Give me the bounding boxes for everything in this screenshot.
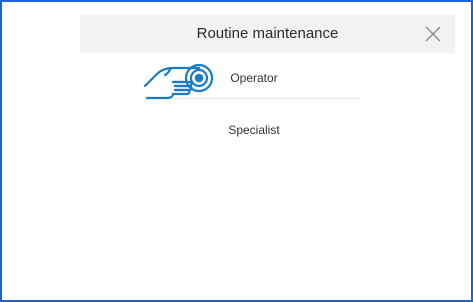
dialog-header: Routine maintenance	[80, 15, 455, 53]
menu-item-label: Operator	[230, 71, 278, 85]
app-window: Routine maintenance Operator Specialist	[0, 0, 473, 302]
close-icon	[425, 26, 441, 42]
menu-item-label: Specialist	[228, 123, 280, 137]
hand-tap-icon	[143, 63, 214, 100]
dialog-title: Routine maintenance	[196, 25, 339, 42]
menu-item-specialist[interactable]: Specialist	[148, 110, 360, 150]
close-button[interactable]	[423, 24, 443, 44]
